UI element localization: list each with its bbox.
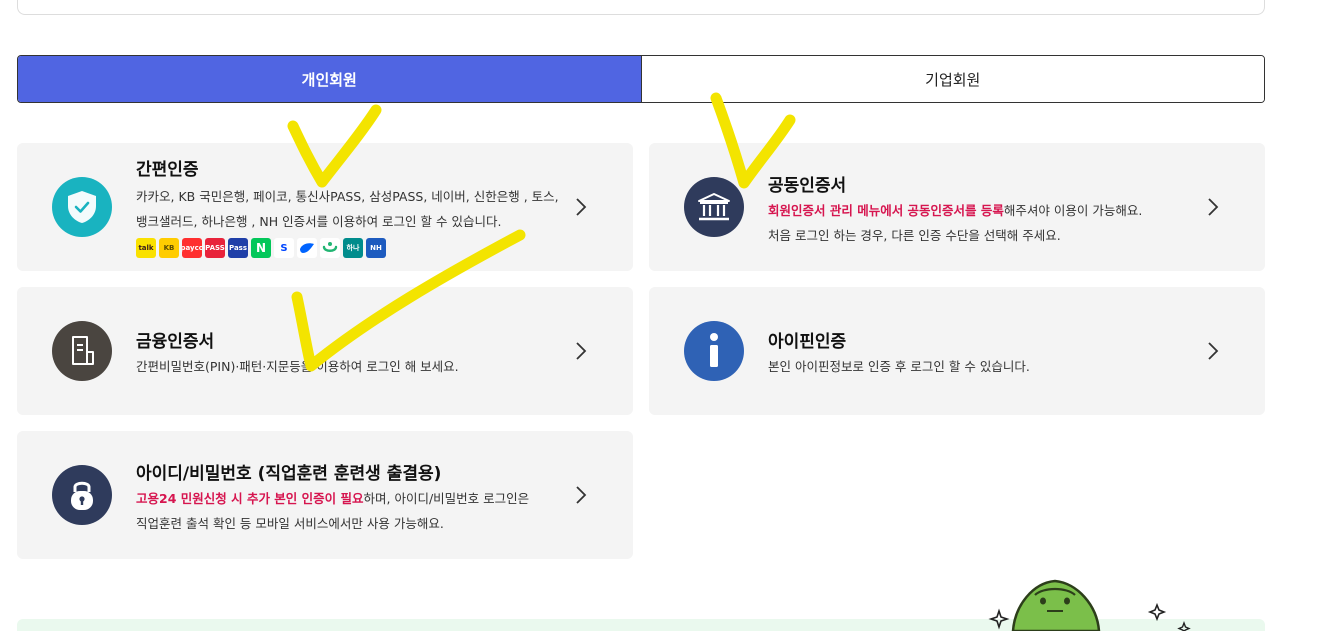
toss-icon [297,238,317,258]
desc-highlight: 회원인증서 관리 메뉴에서 공동인증서를 등록 [768,203,1004,218]
desc-text: 하며, 아이디/비밀번호 로그인은 [363,491,530,506]
desc-line: 직업훈련 출석 확인 등 모바일 서비스에서만 사용 가능해요. [136,516,444,531]
card-desc: 간편비밀번호(PIN)·패턴·지문등을 이용하여 로그인 해 보세요. [136,354,459,379]
chevron-right-icon [576,198,587,216]
desc-line: 간편비밀번호(PIN)·패턴·지문등을 이용하여 로그인 해 보세요. [136,359,459,374]
chevron-right-icon [1208,342,1219,360]
card-desc: 카카오, KB 국민은행, 페이코, 통신사PASS, 삼성PASS, 네이버,… [136,184,559,234]
pass-icon: PASS [205,238,225,258]
desc-line: 본인 아이핀정보로 인증 후 로그인 할 수 있습니다. [768,359,1030,374]
chevron-right-icon [576,342,587,360]
top-box [17,0,1265,15]
chevron-right-icon [1208,198,1219,216]
kakao-icon: talk [136,238,156,258]
naver-icon: N [251,238,271,258]
document-icon [52,321,112,381]
chevron-right-icon [576,486,587,504]
desc-line: 처음 로그인 하는 경우, 다른 인증 수단을 선택해 주세요. [768,228,1061,243]
shinhan-icon: S [274,238,294,258]
card-ipin[interactable]: 아이핀인증 본인 아이핀정보로 인증 후 로그인 할 수 있습니다. [649,287,1265,415]
payco-icon: payco [182,238,202,258]
lock-icon [52,465,112,525]
banksalad-icon [320,238,340,258]
card-title: 금융인증서 [136,332,215,352]
card-id-password[interactable]: 아이디/비밀번호 (직업훈련 훈련생 출결용) 고용24 민원신청 시 추가 본… [17,431,633,559]
card-joint-certificate[interactable]: 공동인증서 회원인증서 관리 메뉴에서 공동인증서를 등록해주셔야 이용이 가능… [649,143,1265,271]
card-financial-certificate[interactable]: 금융인증서 간편비밀번호(PIN)·패턴·지문등을 이용하여 로그인 해 보세요… [17,287,633,415]
hana-icon: 하나 [343,238,363,258]
desc-text: 해주셔야 이용이 가능해요. [1003,203,1143,218]
samsung-pass-icon: Pass [228,238,248,258]
desc-line: 고용24 민원신청 시 추가 본인 인증이 필요하며, 아이디/비밀번호 로그인… [136,486,529,511]
desc-highlight: 고용24 민원신청 시 추가 본인 인증이 필요 [136,491,364,506]
card-title: 공동인증서 [768,176,847,196]
card-simple-auth[interactable]: 간편인증 카카오, KB 국민은행, 페이코, 통신사PASS, 삼성PASS,… [17,143,633,271]
mascot-illustration [988,579,1191,631]
shield-check-icon [52,177,112,237]
bank-building-icon [684,177,744,237]
card-title: 간편인증 [136,160,199,180]
card-desc: 회원인증서 관리 메뉴에서 공동인증서를 등록해주셔야 이용이 가능해요. 처음… [768,198,1142,248]
auth-app-icons: talk KB payco PASS Pass N S 하나 NH [136,238,386,258]
tab-personal[interactable]: 개인회원 [18,56,641,102]
info-icon [684,321,744,381]
tab-corporate[interactable]: 기업회원 [640,56,1264,102]
card-desc: 본인 아이핀정보로 인증 후 로그인 할 수 있습니다. [768,354,1030,379]
card-desc: 고용24 민원신청 시 추가 본인 인증이 필요하며, 아이디/비밀번호 로그인… [136,486,529,536]
member-type-tabs: 개인회원 기업회원 [17,55,1265,103]
card-title: 아이디/비밀번호 (직업훈련 훈련생 출결용) [136,464,442,484]
kb-icon: KB [159,238,179,258]
desc-line: 회원인증서 관리 메뉴에서 공동인증서를 등록해주셔야 이용이 가능해요. [768,198,1142,223]
desc-line: 뱅크샐러드, 하나은행 , NH 인증서를 이용하여 로그인 할 수 있습니다. [136,214,502,229]
nh-icon: NH [366,238,386,258]
card-title: 아이핀인증 [768,332,847,352]
desc-line: 카카오, KB 국민은행, 페이코, 통신사PASS, 삼성PASS, 네이버,… [136,189,559,204]
